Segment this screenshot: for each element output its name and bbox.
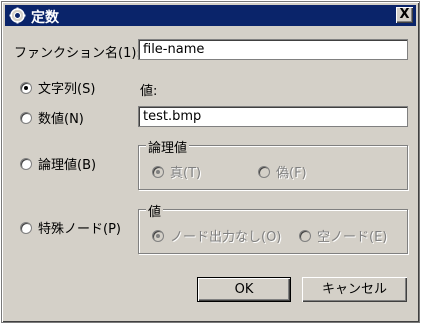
type-radio-boolean-label: 論理値(B) — [38, 158, 97, 173]
app-gear-icon — [9, 7, 26, 24]
special-radio-empty-node[interactable]: 空ノード(E) — [299, 226, 387, 245]
radio-indicator — [20, 221, 32, 234]
type-radio-number-label: 数値(N) — [38, 112, 84, 127]
ok-button[interactable]: OK — [197, 277, 291, 302]
type-radio-string[interactable]: 文字列(S) — [20, 78, 95, 97]
type-radio-special-node-label: 特殊ノード(P) — [38, 222, 121, 237]
boolean-radio-true-label: 真(T) — [170, 166, 202, 181]
dialog-window: 定数 X ファンクション名(1): file-name 文字列(S) 値: 数値… — [1, 1, 420, 323]
radio-indicator — [258, 165, 270, 178]
special-value-group-title: 値 — [146, 201, 164, 220]
boolean-group-title: 論理値 — [146, 137, 190, 156]
title-bar[interactable]: 定数 X — [5, 5, 416, 26]
radio-indicator — [152, 229, 164, 242]
radio-indicator — [299, 229, 311, 242]
function-name-label: ファンクション名(1): — [14, 46, 141, 61]
cancel-button[interactable]: キャンセル — [302, 277, 407, 302]
special-radio-empty-node-label: 空ノード(E) — [317, 230, 388, 245]
radio-indicator — [20, 111, 32, 124]
close-button[interactable]: X — [396, 7, 413, 23]
window-title: 定数 — [31, 10, 59, 26]
type-radio-boolean[interactable]: 論理値(B) — [20, 154, 96, 173]
radio-indicator — [20, 81, 32, 94]
boolean-radio-false[interactable]: 偽(F) — [258, 162, 307, 181]
close-icon: X — [399, 7, 410, 22]
type-radio-string-label: 文字列(S) — [38, 82, 96, 97]
type-radio-special-node[interactable]: 特殊ノード(P) — [20, 218, 121, 237]
boolean-radio-true[interactable]: 真(T) — [152, 162, 201, 181]
type-radio-number[interactable]: 数値(N) — [20, 108, 84, 127]
boolean-radio-false-label: 偽(F) — [276, 166, 307, 181]
radio-indicator — [152, 165, 164, 178]
value-input[interactable]: test.bmp — [138, 106, 408, 127]
special-radio-no-output[interactable]: ノード出力なし(O) — [152, 226, 281, 245]
function-name-input[interactable]: file-name — [138, 39, 408, 60]
radio-indicator — [20, 157, 32, 170]
special-radio-no-output-label: ノード出力なし(O) — [170, 230, 282, 245]
value-label: 値: — [140, 84, 158, 99]
